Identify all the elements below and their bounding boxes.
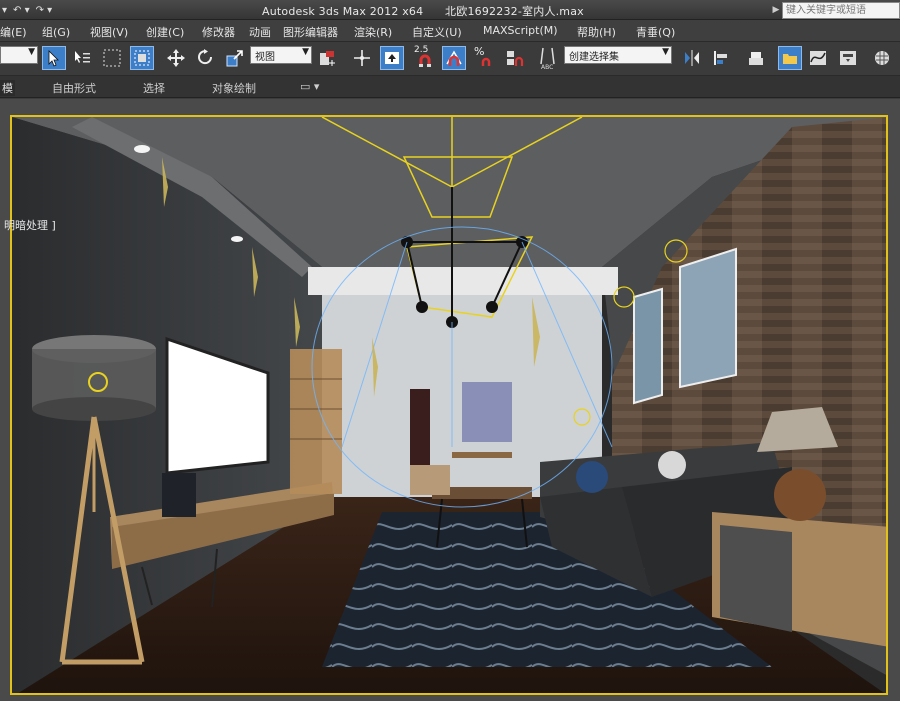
menu-create[interactable]: 创建(C)	[146, 24, 184, 40]
menu-maxscript[interactable]: MAXScript(M)	[483, 24, 558, 37]
spinner-snap-button[interactable]	[502, 46, 526, 70]
scale-icon	[226, 50, 243, 67]
menu-graph-editors[interactable]: 图形编辑器	[283, 24, 338, 40]
tab-modeling[interactable]: 模	[0, 80, 15, 96]
material-editor-icon	[875, 51, 889, 65]
wall-painting	[679, 247, 737, 389]
material-editor-button[interactable]	[870, 46, 894, 70]
wall-art	[462, 382, 512, 442]
menu-rendering[interactable]: 渲染(R)	[354, 24, 392, 40]
tab-freeform[interactable]: 自由形式	[52, 80, 96, 96]
dining-table	[452, 452, 512, 458]
snaps-toggle-button[interactable]	[414, 46, 438, 70]
keyboard-shortcut-toggle-button[interactable]	[380, 46, 404, 70]
select-and-manipulate-button[interactable]	[350, 46, 374, 70]
title-bar: ▾ ↶ ▾ ↷ ▾ Autodesk 3ds Max 2012 x64 北欧16…	[0, 0, 900, 20]
named-selection-set-value: 创建选择集	[569, 52, 619, 63]
dropdown-arrow-icon: ▼	[662, 47, 669, 57]
pivot-center-icon	[320, 51, 335, 66]
percent-snap-icon	[481, 57, 491, 66]
main-toolbar: ▼ 视图 ▼ 2.5 % ABC 创建选择集 ▼	[0, 42, 900, 76]
file-title: 北欧1692232-室内人.max	[445, 5, 584, 18]
keyboard-shortcut-icon	[385, 52, 399, 64]
menu-help[interactable]: 帮助(H)	[577, 24, 616, 40]
quick-access-toolbar: ▾ ↶ ▾ ↷ ▾	[0, 2, 64, 18]
window-title: Autodesk 3ds Max 2012 x64 北欧1692232-室内人.…	[262, 3, 602, 19]
menu-animation[interactable]: 动画	[249, 24, 271, 40]
search-box: ▶	[770, 1, 900, 19]
undo-icon[interactable]: ↶ ▾	[13, 5, 30, 16]
mirror-icon	[685, 50, 699, 66]
layer-manager-icon	[749, 52, 763, 65]
tab-selection[interactable]: 选择	[143, 80, 165, 96]
select-by-name-icon	[75, 51, 90, 63]
window-crossing-button[interactable]	[130, 46, 154, 70]
window-crossing-icon	[134, 50, 150, 66]
sofa-cushion	[576, 461, 608, 493]
menu-modifiers[interactable]: 修改器	[202, 24, 235, 40]
named-selection-icon: ABC	[540, 47, 555, 70]
dropdown-arrow-icon: ▼	[302, 47, 309, 57]
snap-magnet-icon	[419, 54, 431, 67]
scale-button[interactable]	[223, 46, 247, 70]
rotate-icon	[198, 49, 213, 65]
viewport-area: 明暗处理 ]	[0, 99, 900, 701]
scene-render	[12, 117, 886, 693]
reference-coordinate-dropdown[interactable]: 视图 ▼	[250, 46, 312, 64]
armchair	[410, 465, 450, 495]
select-arrow-icon	[48, 50, 59, 67]
speaker	[162, 473, 196, 517]
layer-manager-button[interactable]	[744, 46, 768, 70]
sofa-cushion	[658, 451, 686, 479]
rotate-button[interactable]	[193, 46, 217, 70]
move-button[interactable]	[164, 46, 188, 70]
move-icon	[167, 49, 185, 67]
menu-plugin[interactable]: 青垂(Q)	[636, 24, 675, 40]
rect-selection-icon	[103, 49, 121, 67]
rect-selection-button[interactable]	[100, 46, 124, 70]
edit-named-selection-button[interactable]: ABC	[536, 46, 560, 70]
mirror-button[interactable]	[680, 46, 704, 70]
schematic-view-icon	[840, 51, 856, 65]
named-selection-set-dropdown[interactable]: 创建选择集 ▼	[564, 46, 672, 64]
quick-access-dropdown-icon[interactable]: ▾	[2, 5, 7, 16]
ribbon-options-icon[interactable]: ▭ ▾	[300, 80, 319, 93]
sideboard-panel	[720, 525, 792, 632]
spinner-snap-icon	[507, 51, 524, 66]
menu-views[interactable]: 视图(V)	[90, 24, 128, 40]
redo-icon[interactable]: ↷ ▾	[36, 5, 53, 16]
schematic-view-button[interactable]	[836, 46, 860, 70]
perspective-viewport[interactable]	[10, 115, 888, 695]
app-title: Autodesk 3ds Max 2012 x64	[262, 5, 424, 18]
ribbon-tabs: 模 自由形式 选择 对象绘制 ▭ ▾	[0, 76, 900, 98]
curve-editor-button[interactable]	[806, 46, 830, 70]
search-arrow-icon[interactable]: ▶	[770, 1, 782, 19]
pivot-center-button[interactable]	[315, 46, 339, 70]
wall-painting-small	[633, 287, 663, 405]
menu-bar: 编(E) 组(G) 视图(V) 创建(C) 修改器 动画 图形编辑器 渲染(R)…	[0, 20, 900, 42]
viewport-label[interactable]: 明暗处理 ]	[4, 217, 56, 233]
angle-snap-button[interactable]	[442, 46, 466, 70]
menu-customize[interactable]: 自定义(U)	[412, 24, 462, 40]
align-icon	[714, 51, 727, 65]
selection-filter-dropdown[interactable]: ▼	[0, 46, 38, 64]
svg-text:ABC: ABC	[541, 64, 553, 70]
dropdown-arrow-icon: ▼	[28, 47, 35, 57]
bookshelf	[290, 349, 342, 494]
select-by-name-button[interactable]	[70, 46, 94, 70]
percent-snap-button[interactable]	[474, 46, 498, 70]
menu-edit[interactable]: 编(E)	[0, 24, 27, 40]
angle-snap-icon	[446, 50, 462, 66]
manipulate-icon	[354, 50, 370, 66]
select-object-button[interactable]	[42, 46, 66, 70]
decor-ball	[774, 469, 826, 521]
scene-explorer-icon	[783, 54, 797, 64]
curve-editor-icon	[810, 51, 826, 65]
scene-explorer-button[interactable]	[778, 46, 802, 70]
tab-object-paint[interactable]: 对象绘制	[212, 80, 256, 96]
reference-coordinate-value: 视图	[255, 52, 275, 63]
menu-group[interactable]: 组(G)	[42, 24, 70, 40]
align-button[interactable]	[708, 46, 732, 70]
search-input[interactable]	[782, 1, 900, 19]
